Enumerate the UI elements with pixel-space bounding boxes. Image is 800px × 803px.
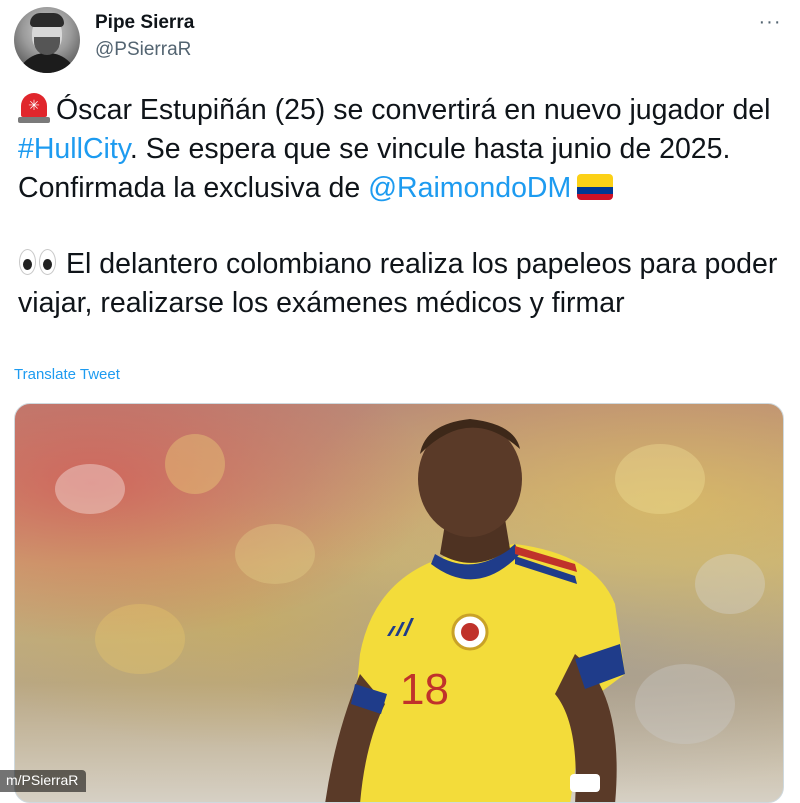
avatar-beard-shape [34, 37, 60, 55]
translate-tweet-link[interactable]: Translate Tweet [14, 366, 120, 383]
hashtag-link[interactable]: #HullCity [18, 133, 130, 165]
eyes-icon [18, 247, 58, 277]
tweet-paragraph-2: El delantero colombiano realiza los pape… [18, 245, 788, 323]
rotating-light-icon: ✳ [18, 93, 50, 123]
avatar-body-shape [16, 53, 78, 73]
tweet-text: ✳ Óscar Estupiñán (25) se convertirá en … [18, 91, 788, 323]
jersey-number: 18 [400, 665, 449, 714]
mention-link[interactable]: @RaimondoDM [368, 172, 571, 204]
author-avatar[interactable] [14, 7, 80, 73]
tweet-text-part: El delantero colombiano realiza los pape… [18, 248, 778, 319]
colombia-flag-icon [577, 174, 614, 200]
tweet-photo[interactable]: 18 [14, 403, 784, 803]
more-options-icon[interactable]: ··· [757, 12, 783, 32]
avatar-hair-shape [30, 13, 64, 27]
author-name[interactable]: Pipe Sierra [95, 12, 194, 34]
tweet-paragraph-1: ✳ Óscar Estupiñán (25) se convertirá en … [18, 91, 788, 208]
author-handle[interactable]: @PSierraR [95, 39, 191, 61]
tweet-text-part: Óscar Estupiñán (25) se convertirá en nu… [56, 94, 771, 126]
image-watermark: m/PSierraR [0, 770, 87, 792]
football-player-image: 18 [325, 419, 625, 802]
